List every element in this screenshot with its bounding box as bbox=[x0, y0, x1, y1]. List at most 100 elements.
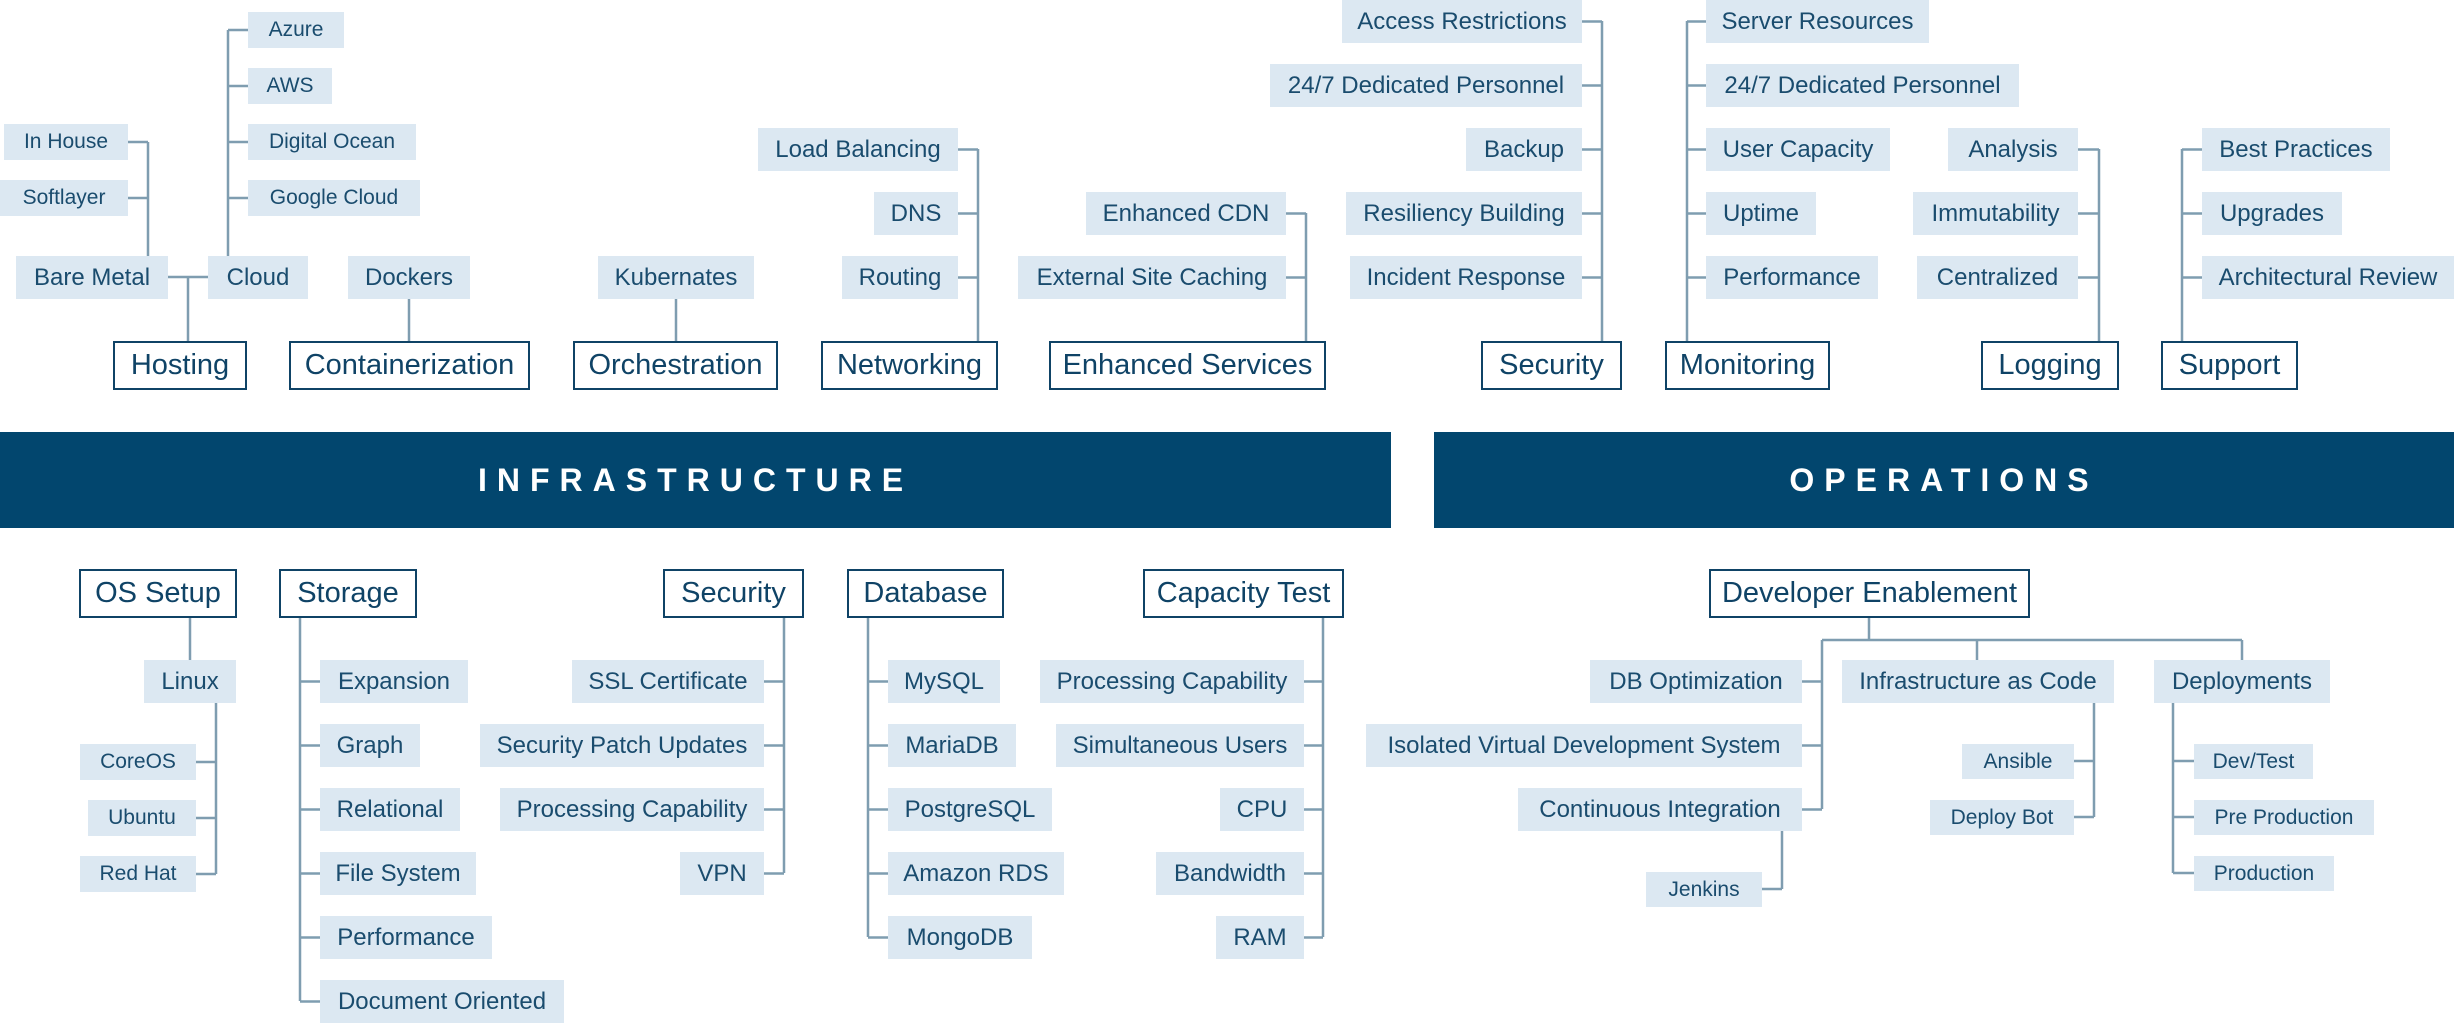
node-label: Isolated Virtual Development System bbox=[1387, 731, 1781, 759]
item-bandwidth: Bandwidth bbox=[1156, 852, 1304, 895]
node-label: MongoDB bbox=[906, 923, 1014, 951]
item-isolated-virtual-development-system: Isolated Virtual Development System bbox=[1366, 724, 1802, 767]
item-pre-production: Pre Production bbox=[2194, 800, 2374, 835]
item-linux: Linux bbox=[144, 660, 236, 703]
item-ssl-certificate: SSL Certificate bbox=[572, 660, 764, 703]
category-orchestration: Orchestration bbox=[573, 341, 778, 390]
node-label: Graph bbox=[336, 731, 404, 759]
node-label: CPU bbox=[1236, 795, 1288, 823]
item-centralized: Centralized bbox=[1917, 256, 2078, 299]
item-file-system: File System bbox=[320, 852, 476, 895]
item-mariadb: MariaDB bbox=[888, 724, 1016, 767]
item-red-hat: Red Hat bbox=[80, 856, 196, 892]
node-label: Incident Response bbox=[1366, 263, 1566, 291]
item-mongodb: MongoDB bbox=[888, 916, 1032, 959]
node-label: Resiliency Building bbox=[1363, 199, 1565, 227]
node-label: Centralized bbox=[1936, 263, 2059, 291]
node-label: MariaDB bbox=[905, 731, 999, 759]
node-label: Enhanced CDN bbox=[1102, 199, 1270, 227]
item-best-practices: Best Practices bbox=[2202, 128, 2390, 171]
item-jenkins: Jenkins bbox=[1646, 872, 1762, 907]
node-label: 24/7 Dedicated Personnel bbox=[1724, 71, 2001, 99]
item-coreos: CoreOS bbox=[80, 744, 196, 780]
node-label: Hosting bbox=[130, 349, 230, 381]
node-label: Networking bbox=[836, 349, 983, 381]
category-infra-security: Security bbox=[663, 569, 804, 618]
node-label: Orchestration bbox=[588, 349, 763, 381]
item-document-oriented: Document Oriented bbox=[320, 980, 564, 1023]
category-enhanced-services: Enhanced Services bbox=[1049, 341, 1326, 390]
item-performance: Performance bbox=[320, 916, 492, 959]
category-capacity-test: Capacity Test bbox=[1143, 569, 1344, 618]
node-label: Database bbox=[863, 577, 988, 609]
node-label: Architectural Review bbox=[2218, 263, 2438, 291]
category-os-setup: OS Setup bbox=[79, 569, 237, 618]
node-label: PostgreSQL bbox=[904, 795, 1036, 823]
item-analysis: Analysis bbox=[1948, 128, 2078, 171]
node-label: Production bbox=[2213, 861, 2315, 885]
node-label: Backup bbox=[1483, 135, 1565, 163]
node-label: Dev/Test bbox=[2212, 749, 2295, 773]
item-backup: Backup bbox=[1466, 128, 1582, 171]
category-ops-security: Security bbox=[1481, 341, 1622, 390]
infrastructure-operations-diagram: INFRASTRUCTURE OPERATIONS Hosting Bare Me… bbox=[0, 0, 2454, 1024]
node-label: Upgrades bbox=[2219, 199, 2325, 227]
node-label: Enhanced Services bbox=[1062, 349, 1313, 381]
operations-banner-title: OPERATIONS bbox=[1789, 461, 2099, 498]
node-label: Load Balancing bbox=[775, 135, 941, 163]
node-label: Simultaneous Users bbox=[1072, 731, 1288, 759]
item-simultaneous-users: Simultaneous Users bbox=[1056, 724, 1304, 767]
item-performance: Performance bbox=[1706, 256, 1878, 299]
item-24-7-dedicated-personnel: 24/7 Dedicated Personnel bbox=[1270, 64, 1582, 107]
node-label: Security bbox=[1499, 349, 1604, 381]
infrastructure-banner-title: INFRASTRUCTURE bbox=[477, 461, 914, 498]
node-label: Immutability bbox=[1931, 199, 2060, 227]
node-label: Security bbox=[681, 577, 786, 609]
item-ubuntu: Ubuntu bbox=[88, 800, 196, 836]
item-enhanced-cdn: Enhanced CDN bbox=[1086, 192, 1286, 235]
category-containerization: Containerization bbox=[289, 341, 530, 390]
node-label: Server Resources bbox=[1721, 7, 1914, 35]
node-label: In House bbox=[23, 130, 109, 153]
item-load-balancing: Load Balancing bbox=[758, 128, 958, 171]
item-production: Production bbox=[2194, 856, 2334, 891]
item-user-capacity: User Capacity bbox=[1706, 128, 1890, 171]
item-deployments: Deployments bbox=[2154, 660, 2330, 703]
item-in-house: In House bbox=[4, 124, 128, 160]
node-label: Ubuntu bbox=[108, 806, 176, 829]
category-support: Support bbox=[2161, 341, 2298, 390]
item-aws: AWS bbox=[248, 68, 332, 104]
node-label: 24/7 Dedicated Personnel bbox=[1287, 71, 1565, 99]
item-continuous-integration: Continuous Integration bbox=[1518, 788, 1802, 831]
item-softlayer: Softlayer bbox=[0, 180, 128, 216]
node-label: Linux bbox=[161, 667, 219, 695]
item-vpn: VPN bbox=[680, 852, 764, 895]
item-server-resources: Server Resources bbox=[1706, 0, 1929, 43]
node-label: Document Oriented bbox=[337, 987, 547, 1015]
node-label: AWS bbox=[266, 74, 314, 97]
item-amazon-rds: Amazon RDS bbox=[888, 852, 1064, 895]
node-label: Google Cloud bbox=[269, 186, 399, 209]
node-label: Security Patch Updates bbox=[496, 731, 748, 759]
node-label: Developer Enablement bbox=[1721, 577, 2017, 609]
item-architectural-review: Architectural Review bbox=[2202, 256, 2454, 299]
item-cpu: CPU bbox=[1220, 788, 1304, 831]
item-access-restrictions: Access Restrictions bbox=[1342, 0, 1582, 43]
node-label: Amazon RDS bbox=[903, 859, 1049, 887]
node-label: Dockers bbox=[364, 263, 454, 291]
item-mysql: MySQL bbox=[888, 660, 1000, 703]
item-processing-capability: Processing Capability bbox=[500, 788, 764, 831]
node-label: CoreOS bbox=[100, 750, 176, 773]
item-azure: Azure bbox=[248, 12, 344, 48]
node-label: Analysis bbox=[1968, 135, 2058, 163]
node-label: Performance bbox=[1723, 263, 1861, 291]
node-label: Relational bbox=[336, 795, 444, 823]
item-immutability: Immutability bbox=[1913, 192, 2078, 235]
node-label: External Site Caching bbox=[1036, 263, 1268, 291]
category-monitoring: Monitoring bbox=[1665, 341, 1830, 390]
item-relational: Relational bbox=[320, 788, 460, 831]
item-kubernates: Kubernates bbox=[598, 256, 754, 299]
node-label: Azure bbox=[268, 18, 324, 41]
node-label: Logging bbox=[1998, 349, 2102, 381]
item-upgrades: Upgrades bbox=[2202, 192, 2342, 235]
